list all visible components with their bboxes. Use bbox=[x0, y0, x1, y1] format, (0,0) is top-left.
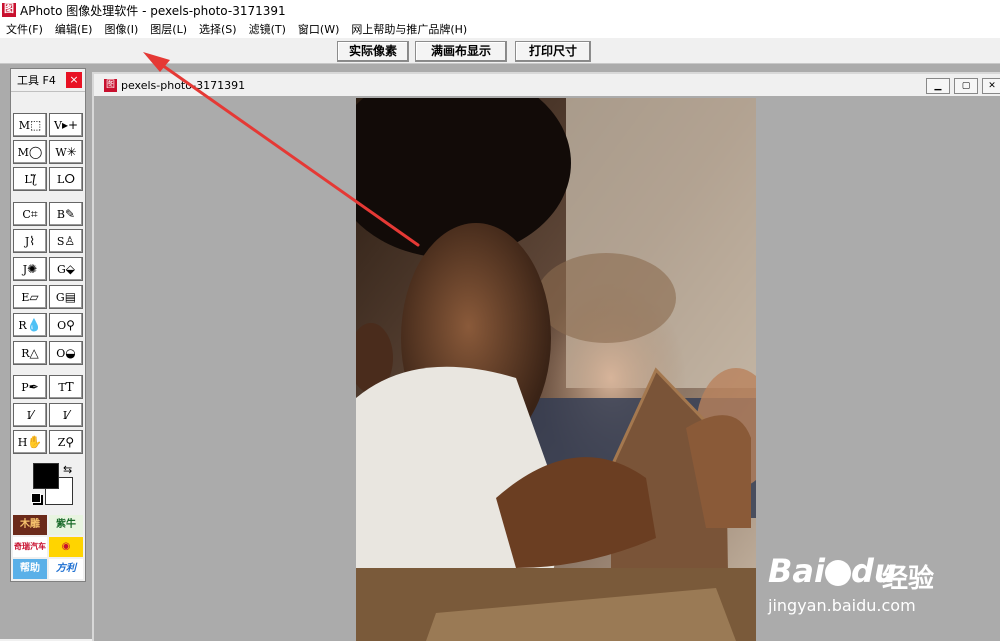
sharpen-icon[interactable]: R△ bbox=[13, 341, 47, 365]
ellipse-select-icon[interactable]: M◯ bbox=[13, 140, 47, 164]
promo-ziniu[interactable]: 紫牛 bbox=[49, 515, 83, 535]
tool-glyph: ✒ bbox=[28, 380, 39, 394]
menu-window[interactable]: 窗口(W) bbox=[298, 21, 339, 37]
menu-select[interactable]: 选择(S) bbox=[199, 21, 237, 37]
tool-panel: 工具 F4 × M⬚ V▸+ M◯ W✳ Lƪ Lⵔ C⌗ B✎ J⌇ S♙ J✺ G⬙ E▱ G▤ R💧 O… bbox=[10, 68, 86, 582]
watermark-cn: 经验 bbox=[882, 564, 935, 594]
menu-help[interactable]: 网上帮助与推广品牌(H) bbox=[351, 21, 467, 37]
maximize-icon[interactable]: ▢ bbox=[954, 78, 978, 94]
tool-glyph: 💧 bbox=[26, 318, 42, 332]
tool-glyph: ◯ bbox=[28, 145, 43, 159]
menu-file[interactable]: 文件(F) bbox=[6, 21, 43, 37]
close-icon[interactable]: × bbox=[66, 72, 82, 88]
tool-glyph: △ bbox=[29, 346, 39, 360]
fit-canvas-button[interactable]: 满画布显示 bbox=[415, 41, 507, 62]
tool-panel-header[interactable]: 工具 F4 × bbox=[11, 69, 85, 92]
toolbar: 实际像素 满画布显示 打印尺寸 bbox=[0, 38, 1000, 64]
ruler-icon[interactable]: I⁄ bbox=[13, 403, 47, 427]
tool-glyph: ◒ bbox=[65, 346, 76, 360]
paw-icon bbox=[824, 560, 851, 586]
rect-select-icon[interactable]: M⬚ bbox=[13, 113, 47, 137]
brush-icon[interactable]: B✎ bbox=[49, 202, 83, 226]
window-title: APhoto 图像处理软件 - pexels-photo-3171391 bbox=[20, 3, 286, 18]
eyedropper-icon[interactable]: I⁄ bbox=[49, 403, 83, 427]
document-icon: 图 bbox=[104, 78, 117, 92]
app-icon: 图 bbox=[2, 3, 16, 17]
menu-image[interactable]: 图像(I) bbox=[104, 21, 138, 37]
pen-icon[interactable]: P✒ bbox=[13, 375, 47, 399]
gradient-icon[interactable]: G▤ bbox=[49, 285, 83, 309]
tool-glyph: ⌗ bbox=[30, 207, 38, 221]
promo-chery[interactable]: 奇瑞汽车 bbox=[13, 537, 47, 557]
tool-glyph: ⚲ bbox=[66, 318, 75, 332]
document-title-bar[interactable]: 图 pexels-photo-3171391 bbox=[94, 74, 1000, 96]
promo-eye-icon[interactable]: ◉ bbox=[49, 537, 83, 557]
eraser-icon[interactable]: E▱ bbox=[13, 285, 47, 309]
tool-glyph: ⁄ bbox=[67, 408, 70, 422]
crop-icon[interactable]: C⌗ bbox=[13, 202, 47, 226]
menu-bar: 文件(F) 编辑(E) 图像(I) 图层(L) 选择(S) 滤镜(T) 窗口(W… bbox=[0, 20, 1000, 38]
tool-glyph: ▸+ bbox=[61, 118, 79, 132]
foreground-color-swatch[interactable] bbox=[33, 463, 59, 489]
patch-icon[interactable]: J✺ bbox=[13, 257, 47, 281]
actual-pixels-button[interactable]: 实际像素 bbox=[337, 41, 409, 62]
tool-glyph: ⬚ bbox=[29, 118, 42, 132]
tool-glyph: ⌇ bbox=[29, 234, 36, 248]
tool-glyph: ⚲ bbox=[65, 435, 75, 449]
minimize-icon[interactable]: ▁ bbox=[926, 78, 950, 94]
blur-icon[interactable]: R💧 bbox=[13, 313, 47, 337]
lasso-icon[interactable]: Lⵔ bbox=[49, 167, 83, 191]
menu-layer[interactable]: 图层(L) bbox=[150, 21, 187, 37]
tool-glyph: T bbox=[65, 380, 74, 394]
tool-glyph: ▤ bbox=[64, 290, 77, 304]
promo-fangli[interactable]: 方利 bbox=[49, 559, 83, 579]
promo-mudiao[interactable]: 木雕 bbox=[13, 515, 47, 535]
stamp-icon[interactable]: S♙ bbox=[49, 229, 83, 253]
zoom-icon[interactable]: Z⚲ bbox=[49, 430, 83, 454]
sponge-icon[interactable]: O◒ bbox=[49, 341, 83, 365]
tool-glyph: ✺ bbox=[27, 262, 38, 276]
magic-wand-icon[interactable]: W✳ bbox=[49, 140, 83, 164]
photo-illustration bbox=[356, 98, 756, 641]
lasso-polygon-icon[interactable]: Lƪ bbox=[13, 167, 47, 191]
tool-glyph: ⬙ bbox=[65, 262, 76, 276]
tool-glyph: ⁄ bbox=[31, 408, 34, 422]
print-size-button[interactable]: 打印尺寸 bbox=[515, 41, 591, 62]
close-window-icon[interactable]: ✕ bbox=[982, 78, 1000, 94]
hand-icon[interactable]: H✋ bbox=[13, 430, 47, 454]
watermark-brand: Bai du bbox=[768, 552, 897, 590]
tool-glyph: ♙ bbox=[64, 234, 76, 248]
title-bar: 图 APhoto 图像处理软件 - pexels-photo-3171391 bbox=[0, 0, 1000, 20]
tool-glyph: ✎ bbox=[65, 207, 76, 221]
document-canvas-image[interactable] bbox=[356, 98, 756, 641]
menu-edit[interactable]: 编辑(E) bbox=[55, 21, 93, 37]
tool-glyph: ▱ bbox=[29, 290, 39, 304]
move-icon[interactable]: V▸+ bbox=[49, 113, 83, 137]
tool-glyph: ✋ bbox=[27, 435, 43, 449]
tool-glyph: ✳ bbox=[66, 145, 77, 159]
bucket-icon[interactable]: G⬙ bbox=[49, 257, 83, 281]
document-title: pexels-photo-3171391 bbox=[121, 78, 246, 92]
reset-colors-icon[interactable] bbox=[31, 493, 41, 503]
dodge-icon[interactable]: O⚲ bbox=[49, 313, 83, 337]
tool-glyph: ƪ bbox=[31, 172, 36, 186]
tool-glyph: ⵔ bbox=[64, 172, 75, 186]
promo-help[interactable]: 帮助 bbox=[13, 559, 47, 579]
tool-panel-title: 工具 F4 bbox=[17, 74, 56, 87]
watermark-url: jingyan.baidu.com bbox=[768, 596, 916, 615]
healing-icon[interactable]: J⌇ bbox=[13, 229, 47, 253]
swap-colors-icon[interactable]: ⇆ bbox=[63, 463, 72, 476]
text-icon[interactable]: TT bbox=[49, 375, 83, 399]
menu-filter[interactable]: 滤镜(T) bbox=[249, 21, 286, 37]
